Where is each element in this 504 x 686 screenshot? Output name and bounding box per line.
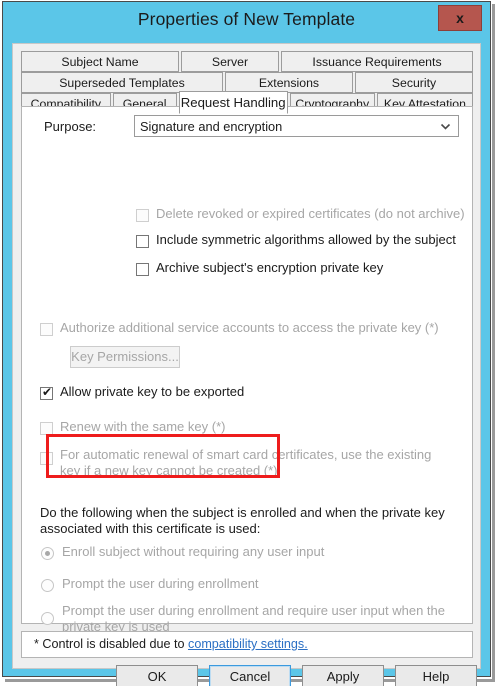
window-shadow-right [492,4,495,682]
tab-request-handling[interactable]: Request Handling [178,91,288,114]
cancel-button[interactable]: Cancel [209,665,291,686]
chevron-down-icon [440,123,451,130]
label-include-symmetric: Include symmetric algorithms allowed by … [156,232,456,247]
close-icon[interactable]: x [438,5,482,31]
label-auto-renewal-smartcard: For automatic renewal of smart card cert… [60,447,432,478]
checkbox-archive-private-key[interactable] [136,263,149,276]
ok-button[interactable]: OK [116,665,198,686]
purpose-label: Purpose: [44,119,97,134]
tab-security[interactable]: Security [355,72,473,93]
radio-enroll-no-input [41,547,54,560]
checkbox-allow-private-key-export[interactable]: ✔ [40,385,53,400]
label-archive-private-key: Archive subject's encryption private key [156,260,384,275]
checkbox-delete-revoked [136,209,149,222]
radio-prompt-during-enrollment [41,579,54,592]
footnote-panel: * Control is disabled due to compatibili… [21,631,473,658]
tab-superseded-templates[interactable]: Superseded Templates [21,72,223,93]
label-authorize-service-accounts: Authorize additional service accounts to… [60,320,439,335]
footnote-text: * Control is disabled due to compatibili… [34,637,308,651]
footnote-prefix: * Control is disabled due to [34,637,189,651]
title-bar: Properties of New Template x [3,2,490,43]
screenshot-root: Properties of New Template x Subject Nam… [0,0,504,686]
request-handling-panel: Purpose: Signature and encryption Delete… [21,106,473,634]
window-title: Properties of New Template [137,9,356,29]
label-prompt-during-enrollment: Prompt the user during enrollment [62,576,259,591]
checkbox-renew-same-key [40,422,53,435]
key-permissions-button: Key Permissions... [70,346,180,368]
apply-button[interactable]: Apply [302,665,384,686]
label-allow-private-key-export: Allow private key to be exported [60,384,245,399]
label-enroll-no-input: Enroll subject without requiring any use… [62,544,325,559]
checkmark-icon: ✔ [42,385,53,399]
purpose-selected-value: Signature and encryption [140,119,283,134]
radio-prompt-and-require-input [41,612,54,625]
tab-extensions[interactable]: Extensions [225,72,353,93]
tab-server[interactable]: Server [181,51,279,72]
dialog-button-bar: OK Cancel Apply Help [13,665,480,686]
dialog-client-area: Subject Name Server Issuance Requirement… [12,43,481,686]
compatibility-settings-link[interactable]: compatibility settings. [188,637,308,651]
checkbox-auto-renewal-smartcard [40,452,53,465]
properties-dialog-window: Properties of New Template x Subject Nam… [2,1,491,686]
radio-dot-icon [45,551,50,556]
tab-row-1: Subject Name Server Issuance Requirement… [21,51,473,72]
enrollment-section-title: Do the following when the subject is enr… [40,505,445,536]
purpose-dropdown[interactable]: Signature and encryption [134,115,459,137]
label-renew-same-key: Renew with the same key (*) [60,419,226,434]
tab-row-2: Superseded Templates Extensions Security [21,72,473,93]
checkbox-include-symmetric[interactable] [136,235,149,248]
label-delete-revoked: Delete revoked or expired certificates (… [156,206,465,221]
tab-subject-name[interactable]: Subject Name [21,51,179,72]
tab-strip: Subject Name Server Issuance Requirement… [21,51,473,114]
checkbox-authorize-service-accounts [40,323,53,336]
tab-issuance-requirements[interactable]: Issuance Requirements [281,51,473,72]
help-button[interactable]: Help [395,665,477,686]
